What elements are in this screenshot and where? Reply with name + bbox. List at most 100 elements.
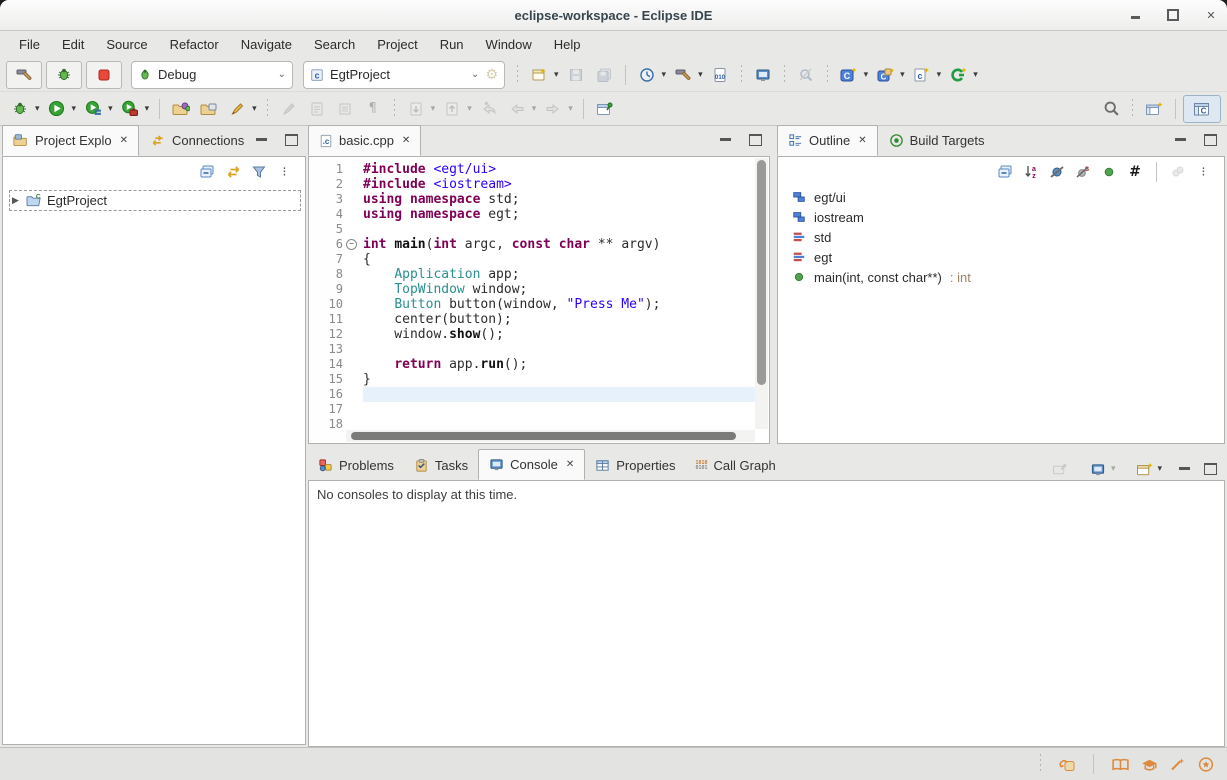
outline-item-namespace[interactable]: std <box>778 227 1224 247</box>
open-console-caret-icon[interactable]: ▾ <box>1157 464 1162 474</box>
new-c-file-button[interactable]: c✦ <box>908 62 936 88</box>
tab-tasks[interactable]: Tasks <box>404 451 478 480</box>
close-icon[interactable]: ✕ <box>858 135 866 146</box>
previous-annotation-caret-icon[interactable]: ▾ <box>467 104 472 114</box>
new-cpp-class-caret-icon[interactable]: ▾ <box>900 70 905 80</box>
console-monitor-button[interactable] <box>749 62 777 88</box>
launch-project-combo[interactable]: c EgtProject ⌄ ⚙ <box>303 61 505 89</box>
external-tools-caret-icon[interactable]: ▾ <box>145 104 150 114</box>
open-element-folder-button[interactable] <box>167 96 195 122</box>
maximize-view-icon[interactable] <box>1204 463 1217 475</box>
tab-properties[interactable]: Properties <box>585 451 685 480</box>
new-c-file-caret-icon[interactable]: ▾ <box>937 70 942 80</box>
code-line[interactable]: window.show(); <box>363 327 769 342</box>
scrollbar-thumb[interactable] <box>351 432 736 440</box>
editor-code-lines[interactable]: #include <egt/ui>#include <iostream>usin… <box>345 157 769 443</box>
code-line[interactable]: int main(int argc, const char ** argv) <box>363 237 769 252</box>
view-menu-icon[interactable]: ⁝ <box>1192 161 1216 183</box>
forward-button[interactable] <box>539 96 567 122</box>
build-active-button[interactable] <box>669 62 697 88</box>
back-button[interactable] <box>503 96 531 122</box>
editor-body[interactable]: 123456−789101112131415161718 #include <e… <box>308 156 770 444</box>
minimize-editor-icon[interactable] <box>720 135 731 141</box>
menu-search[interactable]: Search <box>303 34 366 55</box>
code-line[interactable]: TopWindow window; <box>363 282 769 297</box>
menu-navigate[interactable]: Navigate <box>230 34 303 55</box>
maximize-view-icon[interactable] <box>1204 134 1217 146</box>
debug-caret-icon[interactable]: ▾ <box>35 104 40 114</box>
link-with-editor-icon[interactable] <box>221 161 245 183</box>
show-whitespace-pilcrow-icon[interactable]: ¶ <box>359 96 387 122</box>
format-brush-button[interactable] <box>275 96 303 122</box>
code-line[interactable]: center(button); <box>363 312 769 327</box>
new-cpp-class-button[interactable]: C✦ <box>871 62 899 88</box>
outline-item-include[interactable]: iostream <box>778 207 1224 227</box>
tree-item-egtproject[interactable]: ▶ C EgtProject <box>9 190 301 211</box>
external-tools-button[interactable] <box>116 96 144 122</box>
editor-horizontal-scrollbar[interactable] <box>346 430 755 442</box>
hide-fields-icon[interactable] <box>1045 161 1069 183</box>
tab-console[interactable]: Console ✕ <box>478 449 585 480</box>
maximize-view-icon[interactable] <box>285 134 298 146</box>
tab-outline[interactable]: Outline ✕ <box>777 125 878 156</box>
code-line[interactable]: #include <egt/ui> <box>363 162 769 177</box>
minimize-view-icon[interactable] <box>1175 135 1186 141</box>
tab-build-targets[interactable]: Build Targets <box>878 125 996 156</box>
collapse-all-icon[interactable] <box>195 161 219 183</box>
code-line[interactable] <box>363 402 769 417</box>
menu-edit[interactable]: Edit <box>51 34 95 55</box>
run-history-button[interactable] <box>79 96 107 122</box>
open-console-icon[interactable]: ✦ <box>1132 458 1156 480</box>
build-hammer-button[interactable] <box>6 61 42 89</box>
titlebar[interactable]: eclipse-workspace - Eclipse IDE ✕ <box>0 0 1227 31</box>
run-history-caret-icon[interactable]: ▾ <box>108 104 113 114</box>
debug-bug-button[interactable] <box>46 61 82 89</box>
refresh-doc-button[interactable] <box>303 96 331 122</box>
editor-vertical-scrollbar[interactable] <box>755 158 768 429</box>
hide-inactive-icon[interactable]: # <box>1123 161 1147 183</box>
maximize-editor-icon[interactable] <box>749 134 762 146</box>
link-with-editor-disabled-icon[interactable] <box>1166 161 1190 183</box>
whats-new-wand-icon[interactable] <box>1169 756 1187 773</box>
new-c-project-caret-icon[interactable]: ▾ <box>864 70 869 80</box>
run-caret-icon[interactable]: ▾ <box>72 104 77 114</box>
pin-console-icon[interactable] <box>1048 458 1072 480</box>
outline-item-namespace[interactable]: egt <box>778 247 1224 267</box>
next-annotation-caret-icon[interactable]: ▾ <box>431 104 436 114</box>
outline-item-function[interactable]: main(int, const char**) : int <box>778 267 1224 287</box>
code-line[interactable]: using namespace egt; <box>363 207 769 222</box>
display-console-icon[interactable] <box>1086 458 1110 480</box>
code-line[interactable]: } <box>363 372 769 387</box>
menu-file[interactable]: File <box>8 34 51 55</box>
profile-clock-button[interactable] <box>633 62 661 88</box>
code-line[interactable] <box>363 222 769 237</box>
tab-project-explorer[interactable]: Project Explo ✕ <box>2 125 139 156</box>
open-resource-folder-button[interactable] <box>195 96 223 122</box>
launch-config-gear-icon[interactable]: ⚙ <box>485 67 498 83</box>
hide-static-icon[interactable]: s <box>1071 161 1095 183</box>
code-line[interactable]: return app.run(); <box>363 357 769 372</box>
tab-connections[interactable]: Connections <box>139 125 255 156</box>
menu-window[interactable]: Window <box>475 34 543 55</box>
new-c-project-button[interactable]: C✦ <box>835 62 863 88</box>
tab-basic-cpp[interactable]: .c basic.cpp ✕ <box>308 125 421 156</box>
menu-refactor[interactable]: Refactor <box>159 34 230 55</box>
filter-icon[interactable] <box>247 161 271 183</box>
tab-problems[interactable]: Problems <box>308 451 404 480</box>
close-icon[interactable]: ✕ <box>120 135 128 146</box>
open-perspective-button[interactable]: ✦ <box>1140 96 1168 122</box>
new-wizard-caret-icon[interactable]: ▾ <box>554 70 559 80</box>
code-line[interactable]: Application app; <box>363 267 769 282</box>
tip-of-the-day-icon[interactable] <box>1058 756 1076 773</box>
forward-caret-icon[interactable]: ▾ <box>568 104 573 114</box>
display-console-caret-icon[interactable]: ▾ <box>1111 464 1116 474</box>
menu-project[interactable]: Project <box>366 34 428 55</box>
menu-source[interactable]: Source <box>95 34 158 55</box>
view-menu-icon[interactable]: ⁝ <box>273 161 297 183</box>
tree-expander-icon[interactable]: ▶ <box>12 196 22 206</box>
close-icon[interactable]: ✕ <box>402 135 410 146</box>
minimize-window-icon[interactable] <box>1129 9 1141 21</box>
new-connection-button[interactable]: ✦ <box>944 62 972 88</box>
mark-occurrences-pen-button[interactable] <box>223 96 251 122</box>
save-button[interactable] <box>562 62 590 88</box>
